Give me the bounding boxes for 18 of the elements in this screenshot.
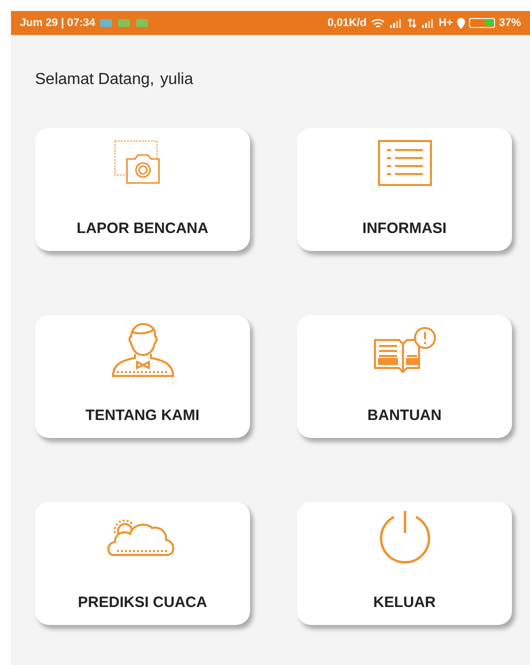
- menu-card[interactable]: TENTANG KAMI: [35, 315, 250, 438]
- list-icon: [376, 139, 432, 187]
- network-speed: 0,01K/d: [327, 16, 367, 31]
- menu-card[interactable]: PREDIKSI CUACA: [35, 502, 250, 625]
- greeting-text: Selamat Datang,: [35, 70, 154, 90]
- signal-icon: [388, 18, 403, 28]
- wifi-icon: [370, 18, 385, 28]
- menu-card[interactable]: KELUAR: [297, 502, 512, 625]
- signal-icon: [420, 18, 435, 28]
- data-transfer-icon: [406, 18, 417, 28]
- status-time: Jum 29 | 07:34: [20, 16, 96, 31]
- location-pin-icon: [456, 18, 465, 28]
- network-type: H+: [438, 16, 453, 31]
- battery-percent: 37%: [498, 16, 521, 31]
- menu-card[interactable]: INFORMASI: [297, 128, 512, 251]
- menu-card[interactable]: BANTUAN: [297, 315, 512, 438]
- menu-card[interactable]: LAPOR BENCANA: [35, 128, 250, 251]
- user-name: yulia: [160, 70, 194, 90]
